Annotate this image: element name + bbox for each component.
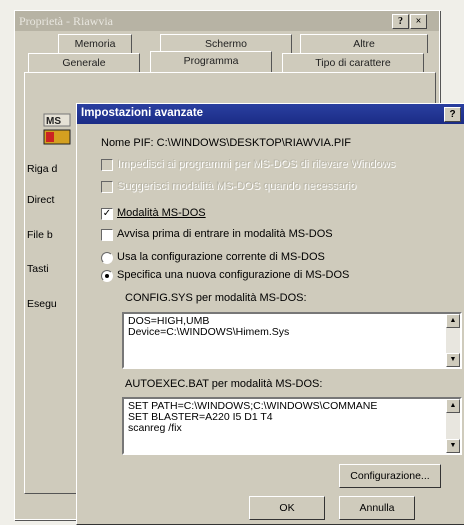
pif-label: Nome PIF:	[101, 137, 154, 149]
ok-button[interactable]: OK	[249, 496, 325, 520]
warn-before-label: Avvisa prima di entrare in modalità MS-D…	[117, 228, 333, 240]
scroll-up-icon[interactable]: ▲	[446, 314, 460, 328]
msdos-mode-checkbox[interactable]: ✓	[101, 208, 113, 220]
use-current-config-label: Usa la configurazione corrente di MS-DOS	[117, 251, 325, 263]
cancel-button[interactable]: Annulla	[339, 496, 415, 520]
prevent-detect-checkbox	[101, 159, 113, 171]
autoexec-label: AUTOEXEC.BAT per modalità MS-DOS:	[125, 378, 323, 390]
suggest-msdos-label: Suggerisci modalità MS-DOS quando necess…	[117, 180, 357, 192]
scroll-down-icon[interactable]: ▼	[446, 353, 460, 367]
side-label-riga: Riga d	[27, 163, 58, 175]
tab-tipo-di-carattere[interactable]: Tipo di carattere	[282, 53, 424, 72]
properties-title: Proprietà - Riawvia	[19, 14, 113, 28]
suggest-msdos-checkbox	[101, 181, 113, 193]
autoexec-line-3: scanreg /fix	[128, 422, 182, 434]
specify-new-config-label: Specifica una nuova configurazione di MS…	[117, 269, 350, 281]
scroll-up-icon[interactable]: ▲	[446, 399, 460, 413]
ms-dos-icon: MS	[42, 110, 72, 146]
svg-text:MS: MS	[46, 116, 61, 127]
pif-name-row: Nome PIF: C:\WINDOWS\DESKTOP\RIAWVIA.PIF	[101, 137, 351, 149]
help-button[interactable]: ?	[444, 107, 461, 122]
msdos-mode-label: Modalità MS-DOS	[117, 207, 206, 219]
properties-title-bar: Proprietà - Riawvia ? ×	[15, 11, 439, 31]
tab-generale[interactable]: Generale	[28, 53, 140, 72]
config-line-2: Device=C:\WINDOWS\Himem.Sys	[128, 326, 290, 338]
autoexec-textarea[interactable]: SET PATH=C:\WINDOWS;C:\WINDOWS\COMMANE S…	[122, 397, 462, 455]
side-label-file-batch: File b	[27, 229, 53, 241]
tab-altre[interactable]: Altre	[300, 34, 428, 53]
side-label-tasti: Tasti	[27, 263, 49, 275]
config-sys-textarea[interactable]: DOS=HIGH,UMB Device=C:\WINDOWS\Himem.Sys…	[122, 312, 462, 369]
specify-new-config-radio[interactable]	[101, 270, 113, 282]
close-button[interactable]: ×	[410, 14, 427, 29]
warn-before-checkbox[interactable]	[101, 229, 113, 241]
advanced-settings-title-bar: Impostazioni avanzate ?	[77, 104, 464, 124]
configuration-button[interactable]: Configurazione...	[339, 464, 441, 488]
autoexec-scrollbar[interactable]: ▲ ▼	[446, 399, 460, 453]
help-button[interactable]: ?	[392, 14, 409, 29]
side-label-directory: Direct	[27, 194, 55, 206]
pif-value: C:\WINDOWS\DESKTOP\RIAWVIA.PIF	[156, 137, 351, 149]
config-scrollbar[interactable]: ▲ ▼	[446, 314, 460, 367]
advanced-settings-title: Impostazioni avanzate	[81, 107, 204, 119]
tab-programma[interactable]: Programma	[150, 51, 272, 72]
config-sys-label: CONFIG.SYS per modalità MS-DOS:	[125, 292, 307, 304]
scroll-down-icon[interactable]: ▼	[446, 439, 460, 453]
side-label-esegui: Esegu	[27, 298, 57, 310]
use-current-config-radio[interactable]	[101, 252, 113, 264]
prevent-detect-label: Impedisci ai programmi per MS-DOS di ril…	[117, 158, 396, 170]
tab-memoria[interactable]: Memoria	[58, 34, 132, 53]
advanced-settings-dialog: Impostazioni avanzate ? Nome PIF: C:\WIN…	[76, 103, 464, 525]
